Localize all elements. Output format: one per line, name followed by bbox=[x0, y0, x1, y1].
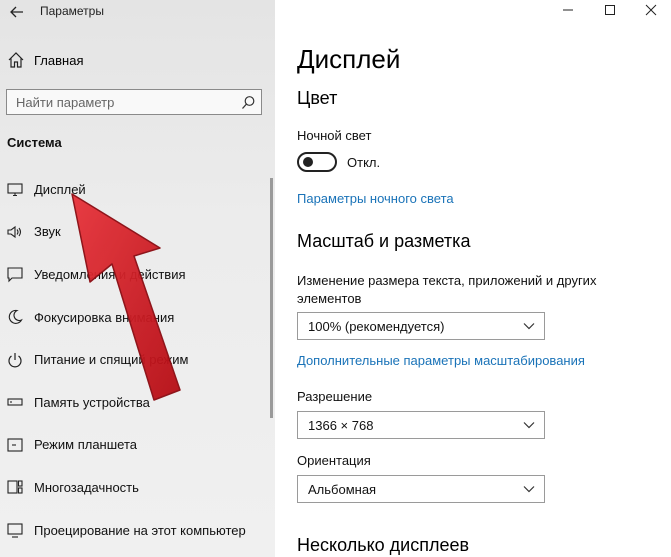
sidebar-item-storage[interactable]: Память устройства bbox=[0, 381, 275, 424]
orientation-select-value: Альбомная bbox=[308, 482, 377, 497]
sidebar-item-label: Уведомления и действия bbox=[34, 266, 186, 282]
tablet-icon bbox=[7, 438, 23, 452]
sidebar-item-display[interactable]: Дисплей bbox=[0, 168, 275, 211]
scale-label: Изменение размера текста, приложений и д… bbox=[297, 273, 597, 306]
scale-select-value: 100% (рекомендуется) bbox=[308, 319, 445, 334]
project-icon bbox=[7, 523, 23, 538]
chevron-down-icon bbox=[523, 422, 535, 429]
advanced-scaling-link[interactable]: Дополнительные параметры масштабирования bbox=[297, 353, 585, 368]
sidebar-nav-list: Дисплей Звук Уведомления и действия Фоку… bbox=[0, 168, 275, 551]
sidebar-item-label: Проецирование на этот компьютер bbox=[34, 522, 246, 538]
back-arrow-icon[interactable] bbox=[9, 4, 25, 20]
toggle-knob bbox=[303, 157, 313, 167]
sidebar-item-projecting[interactable]: Проецирование на этот компьютер bbox=[0, 509, 275, 552]
sidebar-item-home[interactable]: Главная bbox=[0, 47, 275, 73]
maximize-icon[interactable] bbox=[601, 2, 619, 18]
night-light-toggle[interactable] bbox=[297, 152, 337, 172]
sidebar-item-label: Фокусировка внимания bbox=[34, 309, 175, 325]
sidebar-item-sound[interactable]: Звук bbox=[0, 211, 275, 254]
sidebar-item-multitasking[interactable]: Многозадачность bbox=[0, 466, 275, 509]
resolution-select-value: 1366 × 768 bbox=[308, 418, 374, 433]
sidebar-item-label: Дисплей bbox=[34, 181, 86, 197]
multiple-displays-heading: Несколько дисплеев bbox=[297, 535, 470, 555]
resolution-select[interactable]: 1366 × 768 bbox=[297, 411, 545, 439]
sidebar-item-focus-assist[interactable]: Фокусировка внимания bbox=[0, 296, 275, 339]
search-input[interactable]: Найти параметр bbox=[6, 89, 262, 115]
sidebar-item-label: Питание и спящий режим bbox=[34, 352, 189, 368]
search-placeholder: Найти параметр bbox=[16, 95, 115, 110]
sidebar-item-label: Звук bbox=[34, 224, 61, 240]
sidebar-item-tablet-mode[interactable]: Режим планшета bbox=[0, 424, 275, 467]
resolution-label: Разрешение bbox=[297, 389, 373, 404]
content-pane: Дисплей Цвет Ночной свет Откл. Параметры… bbox=[275, 0, 671, 557]
night-light-label: Ночной свет bbox=[297, 128, 372, 143]
multitask-icon bbox=[7, 480, 23, 495]
monitor-icon bbox=[7, 183, 23, 197]
orientation-select[interactable]: Альбомная bbox=[297, 475, 545, 503]
notification-icon bbox=[7, 267, 23, 283]
night-light-state: Откл. bbox=[347, 155, 381, 170]
sidebar-item-label: Режим планшета bbox=[34, 437, 137, 453]
sidebar-item-notifications[interactable]: Уведомления и действия bbox=[0, 253, 275, 296]
power-icon bbox=[8, 352, 22, 368]
night-light-settings-link[interactable]: Параметры ночного света bbox=[297, 191, 454, 206]
sidebar-scrollbar[interactable] bbox=[270, 178, 273, 418]
page-title: Дисплей bbox=[297, 44, 401, 74]
orientation-label: Ориентация bbox=[297, 453, 371, 468]
chevron-down-icon bbox=[523, 486, 535, 493]
minimize-icon[interactable] bbox=[559, 2, 577, 18]
search-icon[interactable] bbox=[241, 95, 256, 110]
home-icon bbox=[8, 52, 24, 68]
sidebar-item-label: Многозадачность bbox=[34, 479, 139, 495]
speaker-icon bbox=[7, 225, 22, 238]
sidebar-item-power[interactable]: Питание и спящий режим bbox=[0, 338, 275, 381]
chevron-down-icon bbox=[523, 323, 535, 330]
close-icon[interactable] bbox=[642, 2, 660, 18]
sidebar-home-label: Главная bbox=[34, 52, 84, 68]
moon-icon bbox=[8, 309, 23, 324]
sidebar-item-label: Память устройства bbox=[34, 394, 150, 410]
color-heading: Цвет bbox=[297, 88, 338, 108]
app-title: Параметры bbox=[40, 4, 104, 18]
sidebar-section-title: Система bbox=[7, 135, 62, 150]
storage-icon bbox=[7, 398, 23, 406]
scale-heading: Масштаб и разметка bbox=[297, 231, 471, 251]
sidebar: Параметры Главная Найти параметр Система… bbox=[0, 0, 275, 557]
scale-select[interactable]: 100% (рекомендуется) bbox=[297, 312, 545, 340]
